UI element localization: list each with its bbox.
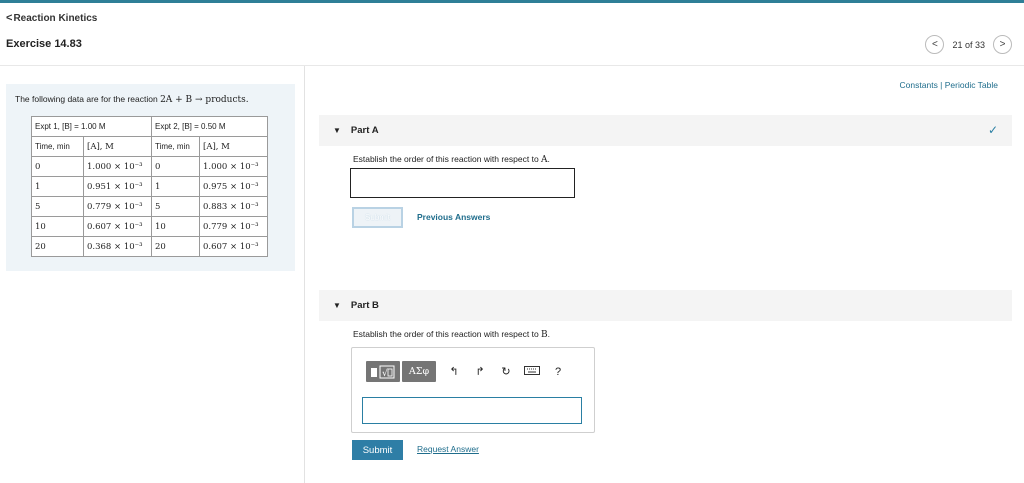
constants-periodic-table-link[interactable]: Constants | Periodic Table [900, 80, 998, 90]
editor-toolbar: √ ΑΣφ ↰ ↱ ↻ ? [366, 361, 568, 382]
svg-text:√: √ [382, 368, 388, 379]
table-cell: 20 [31, 236, 84, 257]
redo-icon[interactable]: ↱ [470, 365, 490, 378]
reaction-equation: 2A + B → products. [160, 95, 249, 105]
table-cell: 1.000 × 10⁻³ [83, 156, 152, 177]
templates-button[interactable]: √ [366, 361, 400, 382]
collapse-triangle-icon: ▼ [333, 126, 341, 135]
table-row: 1 0.951 × 10⁻³ 1 0.975 × 10⁻³ [31, 176, 268, 197]
chevron-left-icon: < [932, 39, 938, 50]
math-answer-editor: √ ΑΣφ ↰ ↱ ↻ ? [351, 347, 595, 433]
chevron-left-icon: < [6, 12, 13, 24]
part-b-prompt-var: B [541, 330, 548, 340]
next-item-button[interactable]: > [993, 35, 1012, 54]
expt1-header: Expt 1, [B] = 1.00 M [31, 116, 152, 137]
problem-intro: The following data are for the reaction … [15, 94, 249, 105]
part-b-label: Part B [350, 300, 379, 311]
table-cell: 0.975 × 10⁻³ [199, 176, 268, 197]
table-cell: 1 [151, 176, 200, 197]
exercise-title: Exercise 14.83 [6, 38, 82, 50]
keyboard-icon[interactable] [522, 365, 542, 378]
table-cell: 1.000 × 10⁻³ [199, 156, 268, 177]
part-a-prompt-text: Establish the order of this reaction wit… [353, 154, 542, 164]
top-accent-bar [0, 0, 1024, 3]
help-icon[interactable]: ? [548, 366, 568, 378]
table-cell: 20 [151, 236, 200, 257]
col-time-header: Time, min [31, 136, 84, 157]
back-to-reaction-kinetics-link[interactable]: <Reaction Kinetics [6, 12, 97, 24]
checkmark-icon: ✓ [987, 123, 998, 137]
table-cell: 5 [151, 196, 200, 217]
table-cell: 0.607 × 10⁻³ [199, 236, 268, 257]
part-b-submit-button[interactable]: Submit [352, 440, 403, 460]
previous-item-button[interactable]: < [925, 35, 945, 54]
greek-symbols-button[interactable]: ΑΣφ [402, 361, 436, 382]
table-cell: 0.951 × 10⁻³ [83, 176, 152, 197]
intro-text: The following data are for the reaction [15, 94, 161, 104]
table-row: 20 0.368 × 10⁻³ 20 0.607 × 10⁻³ [31, 236, 268, 257]
part-b-header[interactable]: ▼ Part B [319, 290, 1012, 321]
reset-icon[interactable]: ↻ [496, 365, 516, 378]
table-cell: 0.607 × 10⁻³ [83, 216, 152, 237]
table-cell: 0 [31, 156, 84, 177]
table-header-row: Expt 1, [B] = 1.00 M Expt 2, [B] = 0.50 … [31, 116, 268, 137]
table-cell: 10 [151, 216, 200, 237]
table-row: 10 0.607 × 10⁻³ 10 0.779 × 10⁻³ [31, 216, 268, 237]
previous-answers-link[interactable]: Previous Answers [417, 212, 490, 222]
part-b-answer-field[interactable] [362, 397, 582, 424]
expt2-header: Expt 2, [B] = 0.50 M [151, 116, 268, 137]
header-divider [0, 65, 1024, 66]
table-cell: 5 [31, 196, 84, 217]
table-cell: 0.779 × 10⁻³ [199, 216, 268, 237]
part-a-header[interactable]: ▼ Part A ✓ [319, 115, 1012, 146]
collapse-triangle-icon: ▼ [333, 301, 341, 310]
col-conc-header: [A], M [83, 136, 152, 157]
chevron-right-icon: > [999, 39, 1006, 50]
keyboard-shape [524, 365, 540, 375]
table-row: 5 0.779 × 10⁻³ 5 0.883 × 10⁻³ [31, 196, 268, 217]
col-conc-header: [A], M [199, 136, 268, 157]
part-b-prompt-text: Establish the order of this reaction wit… [353, 329, 542, 339]
table-row: 0 1.000 × 10⁻³ 0 1.000 × 10⁻³ [31, 156, 268, 177]
column-divider [304, 66, 305, 483]
part-a-label: Part A [350, 125, 379, 136]
table-subheader-row: Time, min [A], M Time, min [A], M [31, 136, 268, 157]
table-cell: 0.883 × 10⁻³ [199, 196, 268, 217]
pager: < 21 of 33 > [925, 35, 1012, 54]
back-link-label: Reaction Kinetics [13, 13, 98, 24]
part-b-prompt: Establish the order of this reaction wit… [353, 329, 551, 340]
part-a-answer-field[interactable] [350, 168, 575, 198]
table-cell: 0.779 × 10⁻³ [83, 196, 152, 217]
table-cell: 0.368 × 10⁻³ [83, 236, 152, 257]
pager-position: 21 of 33 [952, 39, 985, 50]
request-answer-link[interactable]: Request Answer [417, 444, 479, 454]
problem-data-panel: The following data are for the reaction … [6, 84, 295, 271]
table-cell: 1 [31, 176, 84, 197]
table-cell: 0 [151, 156, 200, 177]
part-a-submit-button[interactable]: Submit [352, 207, 403, 228]
col-time-header: Time, min [151, 136, 200, 157]
templates-icon: √ [371, 365, 395, 379]
table-cell: 10 [31, 216, 84, 237]
undo-icon[interactable]: ↰ [444, 365, 464, 378]
kinetics-data-table: Expt 1, [B] = 1.00 M Expt 2, [B] = 0.50 … [31, 116, 268, 257]
part-a-prompt: Establish the order of this reaction wit… [353, 154, 550, 165]
